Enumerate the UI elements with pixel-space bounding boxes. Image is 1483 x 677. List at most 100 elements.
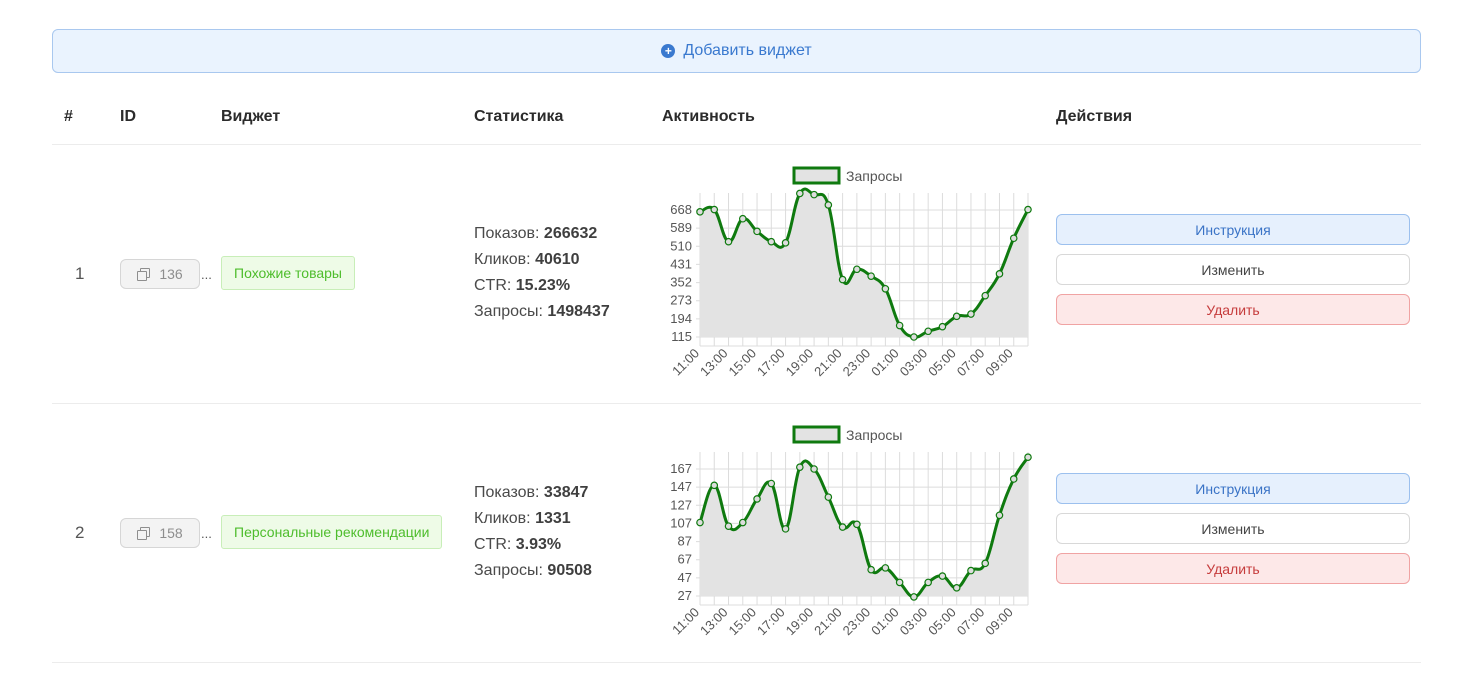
x-tick-label: 01:00 bbox=[868, 605, 902, 639]
x-tick-label: 13:00 bbox=[697, 346, 731, 380]
y-tick-label: 510 bbox=[670, 238, 692, 253]
data-point bbox=[1024, 205, 1032, 214]
data-point bbox=[753, 495, 761, 503]
activity-chart: 11519427335243151058966811:0013:0015:001… bbox=[669, 166, 1032, 380]
column-header-num: # bbox=[64, 108, 73, 125]
y-tick-label: 27 bbox=[678, 588, 692, 603]
edit-button[interactable]: Изменить bbox=[1056, 513, 1410, 544]
data-point bbox=[924, 327, 932, 336]
y-tick-label: 115 bbox=[671, 329, 692, 344]
column-header-id: ID bbox=[120, 108, 136, 125]
legend-label: Запросы bbox=[846, 168, 902, 184]
widget-id: 158 bbox=[159, 525, 183, 541]
y-tick-label: 589 bbox=[670, 220, 692, 235]
row-number: 1 bbox=[75, 264, 85, 283]
data-point bbox=[910, 593, 918, 601]
instruction-button[interactable]: Инструкция bbox=[1056, 214, 1410, 245]
table-row: 2 158 ... Персональные рекомендации Пока… bbox=[0, 404, 1483, 663]
data-point bbox=[867, 272, 875, 280]
clicks-value: 1331 bbox=[535, 510, 571, 527]
data-point bbox=[738, 214, 747, 223]
data-point bbox=[824, 493, 833, 501]
data-point bbox=[1024, 453, 1032, 462]
ctr-value: 3.93% bbox=[515, 536, 562, 553]
column-header-stats: Статистика bbox=[474, 108, 564, 125]
data-point bbox=[838, 275, 847, 284]
add-widget-button[interactable]: + Добавить виджет bbox=[52, 29, 1421, 73]
data-point bbox=[810, 465, 818, 473]
widget-stats: Показов: 266632 Кликов: 40610 CTR: 15.23… bbox=[474, 221, 610, 325]
data-point bbox=[924, 578, 932, 587]
data-point bbox=[967, 310, 975, 318]
data-point bbox=[952, 584, 961, 592]
y-tick-label: 87 bbox=[678, 534, 692, 549]
widget-id-copy-button[interactable]: 158 bbox=[120, 518, 200, 548]
ctr-label: CTR: bbox=[474, 536, 512, 553]
y-tick-label: 147 bbox=[670, 479, 692, 494]
y-tick-label: 167 bbox=[670, 461, 692, 476]
y-tick-label: 273 bbox=[670, 293, 692, 308]
column-header-actions: Действия bbox=[1056, 108, 1133, 125]
shows-value: 266632 bbox=[543, 225, 598, 242]
x-tick-label: 09:00 bbox=[982, 605, 1016, 639]
x-tick-label: 11:00 bbox=[669, 605, 702, 638]
data-point bbox=[738, 518, 747, 527]
series-area bbox=[700, 457, 1028, 597]
x-tick-label: 01:00 bbox=[868, 346, 902, 380]
data-point bbox=[895, 321, 904, 330]
x-tick-label: 21:00 bbox=[811, 346, 845, 380]
row-number: 2 bbox=[75, 523, 85, 542]
widget-stats: Показов: 33847 Кликов: 1331 CTR: 3.93% З… bbox=[474, 480, 592, 584]
clicks-label: Кликов: bbox=[474, 510, 531, 527]
ctr-value: 15.23% bbox=[515, 277, 571, 294]
data-point bbox=[938, 322, 947, 331]
column-header-activity: Активность bbox=[662, 108, 755, 125]
data-point bbox=[981, 291, 990, 300]
widget-type-tag: Персональные рекомендации bbox=[221, 515, 443, 549]
y-tick-label: 668 bbox=[670, 202, 692, 217]
x-tick-label: 21:00 bbox=[811, 605, 845, 639]
requests-label: Запросы: bbox=[474, 303, 543, 320]
x-tick-label: 09:00 bbox=[982, 346, 1016, 380]
x-tick-label: 19:00 bbox=[783, 346, 817, 380]
y-tick-label: 107 bbox=[670, 515, 692, 530]
row-divider bbox=[52, 662, 1421, 663]
add-widget-label: Добавить виджет bbox=[683, 42, 812, 59]
data-point bbox=[767, 479, 776, 488]
edit-button[interactable]: Изменить bbox=[1056, 254, 1410, 285]
x-tick-label: 17:00 bbox=[754, 346, 788, 380]
y-tick-label: 194 bbox=[670, 311, 692, 326]
data-point bbox=[696, 518, 704, 527]
legend-swatch bbox=[792, 425, 841, 444]
widget-id-copy-button[interactable]: 136 bbox=[120, 259, 200, 289]
delete-button[interactable]: Удалить bbox=[1056, 553, 1410, 584]
shows-label: Показов: bbox=[474, 225, 540, 242]
y-tick-label: 127 bbox=[670, 497, 692, 512]
data-point bbox=[895, 578, 904, 587]
instruction-button[interactable]: Инструкция bbox=[1056, 473, 1410, 504]
legend-label: Запросы bbox=[846, 427, 902, 443]
y-tick-label: 47 bbox=[678, 570, 692, 585]
x-tick-label: 11:00 bbox=[669, 346, 702, 379]
data-point bbox=[810, 190, 818, 199]
x-tick-label: 03:00 bbox=[897, 346, 931, 380]
x-tick-label: 17:00 bbox=[754, 605, 788, 639]
data-point bbox=[967, 566, 975, 575]
column-header-widget: Виджет bbox=[221, 108, 281, 125]
data-point bbox=[781, 525, 790, 533]
data-point bbox=[767, 237, 776, 246]
copy-icon bbox=[137, 268, 151, 281]
data-point bbox=[796, 189, 804, 198]
x-tick-label: 13:00 bbox=[697, 605, 731, 639]
x-tick-label: 05:00 bbox=[925, 346, 959, 380]
data-point bbox=[1009, 475, 1018, 483]
data-point bbox=[696, 208, 704, 216]
data-point bbox=[710, 205, 719, 214]
shows-label: Показов: bbox=[474, 484, 540, 501]
table-row: 1 136 ... Похожие товары Показов: 266632… bbox=[0, 145, 1483, 404]
ellipsis: ... bbox=[201, 526, 212, 541]
x-tick-label: 05:00 bbox=[925, 605, 959, 639]
delete-button[interactable]: Удалить bbox=[1056, 294, 1410, 325]
data-point bbox=[881, 284, 890, 293]
plus-circle-icon: + bbox=[661, 44, 676, 58]
